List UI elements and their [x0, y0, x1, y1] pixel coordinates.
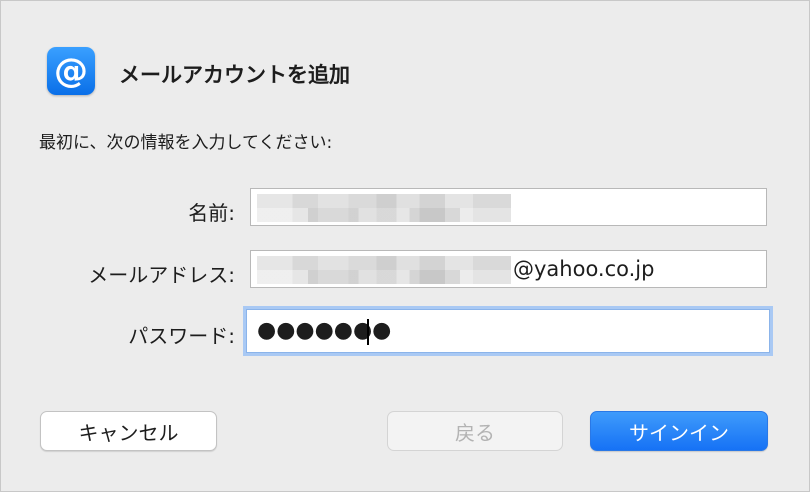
email-field[interactable]: @yahoo.co.jp: [250, 250, 767, 288]
back-button[interactable]: 戻る: [387, 411, 563, 451]
password-field[interactable]: ●●●●●●●: [246, 309, 770, 353]
instruction-text: 最初に、次の情報を入力してください:: [39, 133, 333, 153]
name-value-redacted: [257, 194, 511, 222]
password-masked-value: ●●●●●●●: [257, 318, 392, 343]
add-mail-account-dialog: @ メールアカウントを追加 最初に、次の情報を入力してください: 名前: メール…: [0, 0, 810, 492]
password-label: パスワード:: [128, 324, 235, 348]
at-glyph: @: [54, 51, 88, 91]
name-label: 名前:: [188, 201, 235, 225]
text-caret: [367, 319, 369, 345]
email-domain-text: @yahoo.co.jp: [513, 257, 655, 281]
name-field[interactable]: [250, 188, 767, 226]
cancel-button[interactable]: キャンセル: [40, 411, 217, 451]
email-local-redacted: [257, 256, 511, 284]
dialog-title: メールアカウントを追加: [119, 63, 350, 87]
email-label: メールアドレス:: [88, 263, 235, 287]
mail-at-icon: @: [47, 47, 95, 95]
sign-in-button[interactable]: サインイン: [590, 411, 768, 451]
